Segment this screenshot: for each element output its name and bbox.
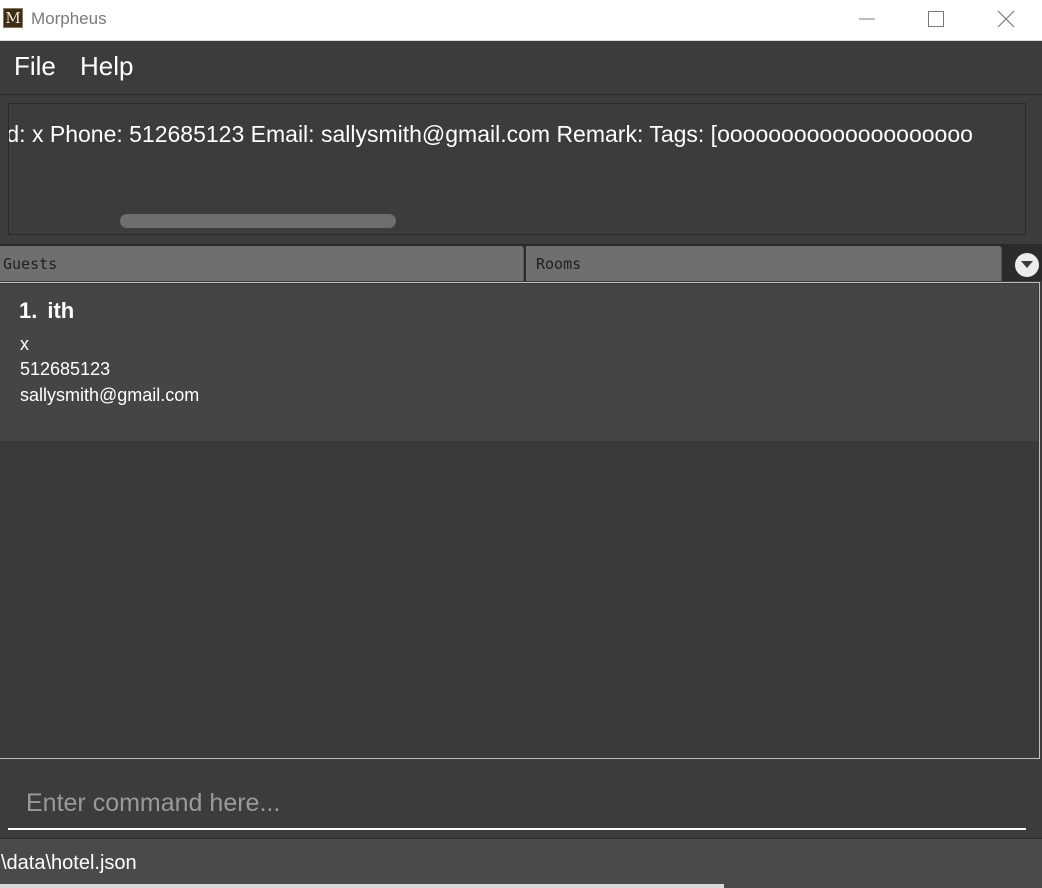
guest-card-title: 1. ith bbox=[19, 298, 74, 324]
close-button[interactable] bbox=[971, 0, 1041, 38]
tab-dropdown-button[interactable] bbox=[1015, 253, 1039, 277]
guest-email: sallysmith@gmail.com bbox=[20, 385, 200, 405]
result-text: Id: x Phone: 512685123 Email: sallysmith… bbox=[8, 121, 973, 147]
data-file-path: \data\hotel.json bbox=[1, 852, 137, 874]
app-logo-icon: M bbox=[3, 8, 23, 28]
maximize-button[interactable] bbox=[901, 0, 971, 38]
command-input[interactable] bbox=[8, 779, 1026, 830]
menu-file[interactable]: File bbox=[14, 51, 56, 82]
title-bar: M Morpheus bbox=[0, 0, 1042, 41]
menu-bar: File Help bbox=[0, 41, 1042, 95]
result-display-panel: Id: x Phone: 512685123 Email: sallysmith… bbox=[0, 96, 1042, 242]
result-display[interactable]: Id: x Phone: 512685123 Email: sallysmith… bbox=[8, 103, 1026, 235]
tab-rooms[interactable]: Rooms bbox=[526, 246, 1002, 281]
tab-bar: Guests Rooms bbox=[0, 244, 1042, 281]
guest-index: 1. bbox=[19, 298, 38, 323]
menu-help[interactable]: Help bbox=[80, 51, 133, 82]
chevron-down-icon bbox=[1021, 261, 1033, 268]
maximize-icon bbox=[928, 11, 944, 27]
bottom-strip bbox=[0, 884, 724, 888]
tab-guests[interactable]: Guests bbox=[0, 246, 524, 281]
guest-card[interactable]: 1. ith x 512685123 sallysmith@gmail.com bbox=[0, 284, 1038, 441]
guest-phone: 512685123 bbox=[20, 359, 111, 379]
command-box bbox=[0, 760, 1042, 838]
minimize-button[interactable] bbox=[832, 0, 902, 38]
guest-address: x bbox=[20, 334, 29, 354]
guest-list-panel: 1. ith x 512685123 sallysmith@gmail.com bbox=[0, 282, 1040, 759]
window-title: Morpheus bbox=[31, 9, 107, 28]
minimize-icon bbox=[859, 18, 875, 20]
horizontal-scrollbar[interactable] bbox=[120, 214, 396, 228]
close-icon bbox=[997, 10, 1015, 28]
status-bar: \data\hotel.json bbox=[0, 838, 1042, 888]
guest-name: ith bbox=[47, 298, 75, 323]
